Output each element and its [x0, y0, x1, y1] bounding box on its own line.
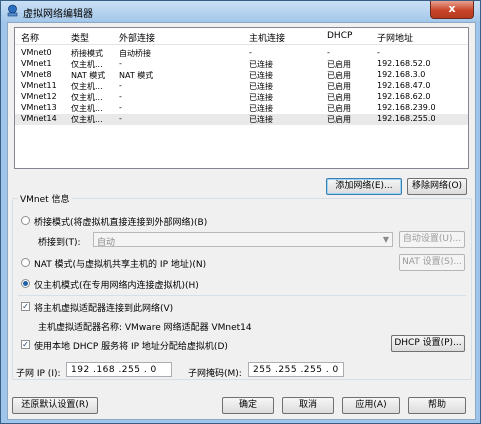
cell-type: 仅主机...: [71, 82, 103, 91]
cell-name: VMnet13: [21, 103, 57, 112]
bridged-to-label: 桥接到(T):: [38, 238, 81, 248]
cell-external-connection: -: [119, 103, 122, 112]
chevron-down-icon: ▼: [382, 235, 389, 244]
cell-name: VMnet14: [21, 114, 57, 123]
table-row[interactable]: VMnet13 仅主机... - 已连接 已启用 192.168.239.0: [15, 103, 468, 114]
vmnet-info-title: VMnet 信息: [18, 192, 72, 205]
table-row[interactable]: VMnet11 仅主机... - 已连接 已启用 192.168.47.0: [15, 81, 468, 92]
cell-external-connection: -: [119, 59, 122, 68]
bridged-mode-radio[interactable]: [21, 216, 30, 225]
cell-type: 仅主机...: [71, 93, 103, 102]
cell-type: NAT 模式: [71, 71, 106, 80]
cell-external-connection: -: [119, 114, 122, 123]
table-row[interactable]: VMnet14 仅主机... - 已连接 已启用 192.168.255.0: [15, 114, 468, 125]
table-row[interactable]: VMnet1 仅主机... - 已连接 已启用 192.168.52.0: [15, 59, 468, 70]
close-button[interactable]: x: [430, 1, 474, 19]
nat-settings-button[interactable]: NAT 设置(S)...: [399, 254, 465, 271]
cell-type: 桥接模式: [71, 49, 103, 58]
nat-mode-radio[interactable]: [21, 258, 30, 267]
cell-host-connection: 已连接: [249, 93, 273, 102]
subnet-mask-label: 子网掩码(M):: [188, 369, 242, 379]
cell-type: 仅主机...: [71, 104, 103, 113]
window-title: 虚拟网络编辑器: [23, 9, 93, 20]
host-only-mode-label[interactable]: 仅主机模式(在专用网络内连接虚拟机)(H): [34, 278, 199, 291]
subnet-ip-value: 192 .168 .255 . 0: [71, 365, 157, 375]
ok-button[interactable]: 确定: [222, 397, 274, 414]
restore-defaults-button[interactable]: 还原默认设置(R): [12, 397, 98, 414]
header-name[interactable]: 名称: [21, 31, 39, 44]
use-dhcp-checkbox[interactable]: ✓: [21, 340, 30, 349]
cell-name: VMnet8: [21, 70, 52, 79]
network-list[interactable]: 名称 类型 外部连接 主机连接 DHCP 子网地址 VMnet0 桥接模式 自动桥接…: [14, 27, 469, 169]
connect-host-adapter-label[interactable]: 将主机虚拟适配器连接到此网络(V): [34, 301, 173, 314]
title-bar[interactable]: 虚拟网络编辑器 x: [1, 1, 480, 21]
cell-host-connection: 已连接: [249, 71, 273, 80]
cell-dhcp: -: [327, 48, 330, 57]
cell-dhcp: 已启用: [327, 93, 351, 102]
table-row[interactable]: VMnet12 仅主机... - 已连接 已启用 192.168.62.0: [15, 92, 468, 103]
cell-type: 仅主机...: [71, 60, 103, 69]
subnet-ip-input[interactable]: 192 .168 .255 . 0: [66, 362, 172, 377]
cell-dhcp: 已启用: [327, 71, 351, 80]
dhcp-settings-button[interactable]: DHCP 设置(P)...: [391, 335, 465, 352]
cell-dhcp: 已启用: [327, 82, 351, 91]
header-subnet-address[interactable]: 子网地址: [377, 31, 413, 44]
use-dhcp-label[interactable]: 使用本地 DHCP 服务将 IP 地址分配给虚拟机(D): [34, 339, 228, 352]
help-button[interactable]: 帮助: [408, 397, 466, 414]
cell-host-connection: 已连接: [249, 104, 273, 113]
add-network-button[interactable]: 添加网络(E)...: [326, 178, 402, 195]
virtual-network-editor-window: 虚拟网络编辑器 x 名称 类型 外部连接 主机连接 DHCP 子网地址 VMne…: [0, 0, 481, 424]
apply-button[interactable]: 应用(A): [342, 397, 400, 414]
cell-host-connection: -: [249, 48, 252, 57]
table-row[interactable]: VMnet8 NAT 模式 NAT 模式 已连接 已启用 192.168.3.0: [15, 70, 468, 81]
cell-name: VMnet11: [21, 81, 57, 90]
cell-subnet-address: -: [377, 48, 380, 57]
cell-name: VMnet1: [21, 59, 52, 68]
cell-external-connection: NAT 模式: [119, 71, 154, 80]
host-adapter-name: 主机虚拟适配器名称: VMware 网络适配器 VMnet14: [38, 323, 252, 333]
auto-settings-button[interactable]: 自动设置(U)...: [399, 231, 465, 248]
cell-dhcp: 已启用: [327, 115, 351, 124]
cell-host-connection: 已连接: [249, 60, 273, 69]
bridged-to-select[interactable]: 自动 ▼: [93, 232, 393, 248]
cell-type: 仅主机...: [71, 115, 103, 124]
cell-dhcp: 已启用: [327, 104, 351, 113]
cell-subnet-address: 192.168.52.0: [377, 59, 431, 68]
subnet-mask-input[interactable]: 255 .255 .255 . 0: [248, 362, 344, 377]
remove-network-button[interactable]: 移除网络(O): [407, 178, 467, 195]
nat-mode-label[interactable]: NAT 模式(与虚拟机共享主机的 IP 地址)(N): [34, 257, 206, 270]
subnet-mask-value: 255 .255 .255 . 0: [253, 365, 339, 375]
cell-subnet-address: 192.168.239.0: [377, 103, 436, 112]
cell-subnet-address: 192.168.47.0: [377, 81, 431, 90]
cell-dhcp: 已启用: [327, 60, 351, 69]
cell-external-connection: -: [119, 81, 122, 90]
cancel-button[interactable]: 取消: [282, 397, 334, 414]
header-dhcp[interactable]: DHCP: [327, 31, 352, 41]
dialog-client-area: 名称 类型 外部连接 主机连接 DHCP 子网地址 VMnet0 桥接模式 自动桥接…: [7, 22, 476, 420]
bridged-mode-label[interactable]: 桥接模式(将虚拟机直接连接到外部网络)(B): [34, 215, 207, 228]
cell-host-connection: 已连接: [249, 82, 273, 91]
close-icon: x: [448, 2, 456, 15]
cell-subnet-address: 192.168.3.0: [377, 70, 426, 79]
cell-host-connection: 已连接: [249, 115, 273, 124]
cell-external-connection: -: [119, 92, 122, 101]
header-host-connection[interactable]: 主机连接: [249, 31, 285, 44]
cell-external-connection: 自动桥接: [119, 49, 151, 58]
network-app-icon: [7, 4, 18, 17]
host-only-mode-radio[interactable]: [21, 279, 30, 288]
network-list-header: 名称 类型 外部连接 主机连接 DHCP 子网地址: [15, 28, 468, 45]
bridged-to-value: 自动: [97, 238, 116, 248]
connect-host-adapter-checkbox[interactable]: ✓: [21, 302, 30, 311]
cell-name: VMnet12: [21, 92, 57, 101]
subnet-ip-label: 子网 IP (I):: [16, 369, 61, 379]
cell-subnet-address: 192.168.255.0: [377, 114, 436, 123]
header-type[interactable]: 类型: [71, 31, 89, 44]
separator: [18, 295, 466, 296]
table-row[interactable]: VMnet0 桥接模式 自动桥接 - - -: [15, 48, 468, 59]
cell-name: VMnet0: [21, 48, 52, 57]
cell-subnet-address: 192.168.62.0: [377, 92, 431, 101]
header-external-connection[interactable]: 外部连接: [119, 31, 155, 44]
